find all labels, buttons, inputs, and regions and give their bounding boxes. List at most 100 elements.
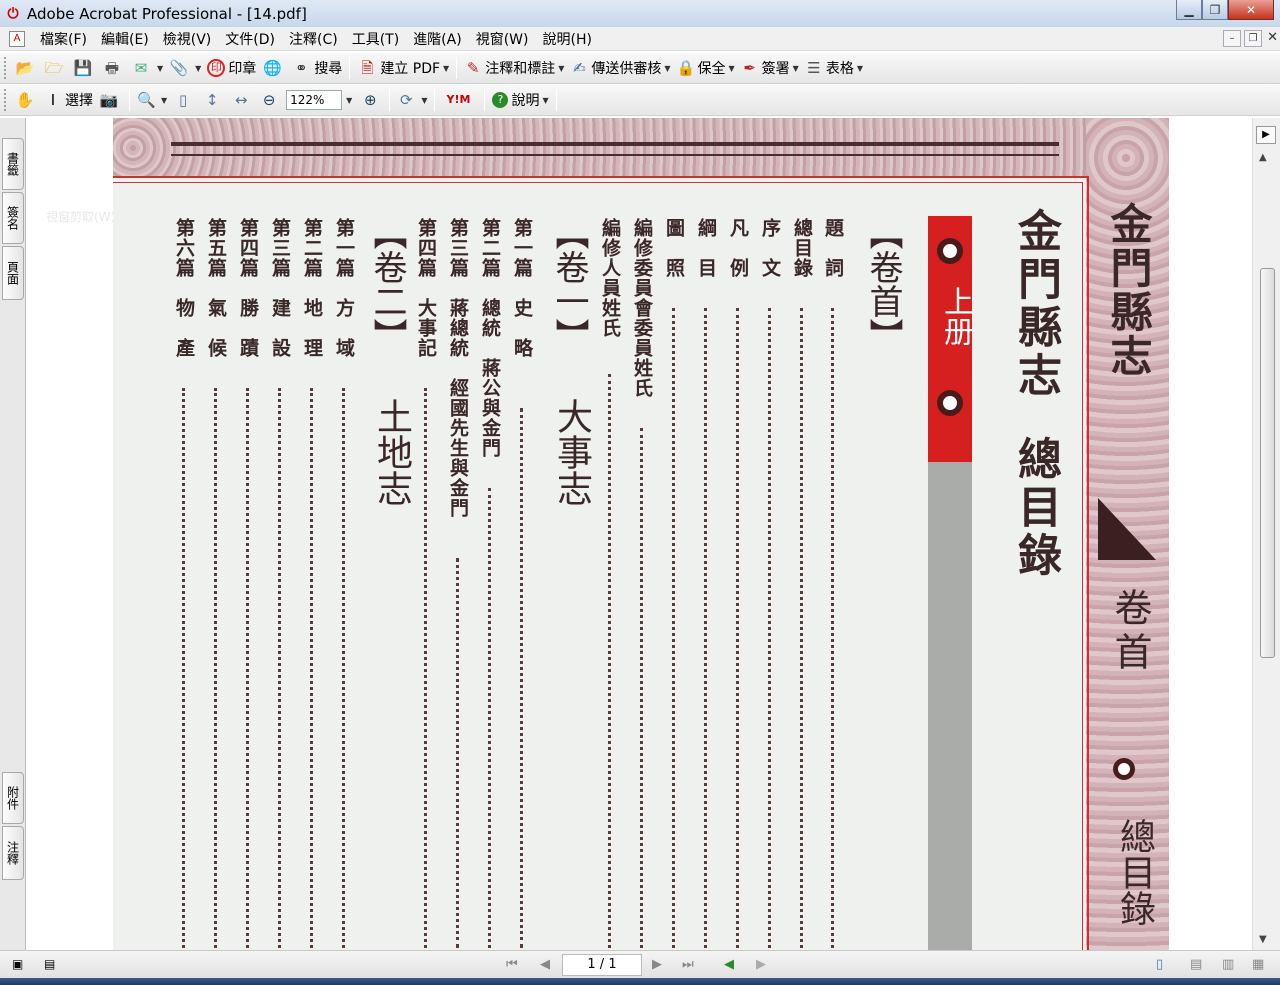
tab-pages[interactable]: 頁面	[2, 246, 24, 300]
previous-page-icon[interactable]: ◀	[540, 957, 550, 972]
close-button[interactable]: ✕	[1228, 0, 1274, 20]
page-size-icon[interactable]: ▤	[44, 957, 55, 971]
zoom-out-button[interactable]: ⊖	[257, 87, 284, 113]
panel-toggle-button[interactable]: ▶	[1256, 126, 1276, 144]
previous-view-icon[interactable]: ◀	[724, 957, 734, 972]
open-button[interactable]: 📂	[12, 55, 41, 81]
menu-document[interactable]: 文件(D)	[218, 29, 282, 49]
tab-comments[interactable]: 注釋	[2, 826, 24, 880]
stamp-button[interactable]: 印印章	[204, 55, 259, 81]
next-page-icon[interactable]: ▶	[652, 957, 662, 972]
folder-open-icon: 📂	[15, 59, 35, 77]
document-icon[interactable]: A	[9, 30, 25, 47]
select-tool-button[interactable]: I 選擇	[41, 87, 96, 113]
chevron-down-icon: ▼	[664, 63, 671, 73]
tab-attachments[interactable]: 附件	[2, 772, 24, 824]
zoom-dropdown-icon[interactable]: ▼	[346, 96, 352, 105]
fit-page-button[interactable]: ↕	[199, 87, 228, 113]
next-view-icon[interactable]: ▶	[756, 957, 766, 972]
doc-minimize-button[interactable]: –	[1223, 30, 1241, 47]
print-button[interactable]: 🖶	[99, 55, 128, 81]
menu-window[interactable]: 視窗(W)	[469, 29, 536, 49]
zoom-level-input[interactable]: 122%	[286, 90, 343, 110]
web-search-button[interactable]: 🌐	[259, 55, 288, 81]
chevron-down-icon: ▼	[161, 95, 168, 105]
toc-entry: 第一篇 史 略	[511, 218, 533, 358]
zoom-tool-button[interactable]: 🔍 ▼	[134, 87, 170, 113]
tab-signatures[interactable]: 簽名	[2, 192, 24, 244]
scroll-thumb[interactable]	[1260, 268, 1275, 658]
toolbar-separator	[129, 89, 130, 111]
globe-icon: 🌐	[262, 59, 282, 77]
continuous-facing-layout-icon[interactable]: ▦	[1252, 957, 1264, 972]
menu-view[interactable]: 檢視(V)	[156, 29, 219, 49]
help-label: 說明	[511, 93, 540, 109]
menu-help[interactable]: 說明(H)	[535, 29, 598, 49]
snapshot-button[interactable]: 📷	[96, 87, 125, 113]
search-label: 搜尋	[314, 61, 343, 77]
yahoo-button[interactable]: Y!M	[439, 87, 480, 113]
scroll-down-icon[interactable]: ▼	[1259, 934, 1267, 945]
email-button[interactable]: ✉ ▼	[128, 55, 166, 81]
toc-entry: 題 詞	[822, 218, 844, 278]
first-page-icon[interactable]: ⏮	[506, 957, 518, 972]
hand-icon: ✋	[15, 91, 35, 109]
secure-button[interactable]: 🔒 保全 ▼	[674, 55, 738, 81]
sign-button[interactable]: ✒ 簽署 ▼	[738, 55, 802, 81]
page-number-field[interactable]: 1 / 1	[562, 954, 642, 976]
toc-entry: 凡 例	[727, 218, 749, 278]
menu-edit[interactable]: 編輯(E)	[94, 29, 156, 49]
hand-tool-button[interactable]: ✋	[12, 87, 41, 113]
search-button[interactable]: ⚭ 搜尋	[288, 55, 345, 81]
pen-icon: ✒	[743, 59, 756, 77]
toolbar-separator	[484, 89, 486, 111]
dot-leader	[608, 374, 611, 948]
single-page-layout-icon[interactable]: ▯	[1156, 957, 1163, 972]
side-section: 卷首	[1108, 588, 1152, 676]
form-icon: ☰	[807, 59, 821, 77]
last-page-icon[interactable]: ⏭	[682, 957, 694, 972]
menu-comments[interactable]: 注釋(C)	[282, 29, 345, 49]
toolbar-separator	[349, 57, 351, 79]
comment-markup-button[interactable]: ✎ 注釋和標註 ▼	[461, 55, 567, 81]
acrobat-app-icon[interactable]: ⏻	[5, 6, 21, 22]
tab-bookmarks[interactable]: 書籤	[2, 138, 24, 190]
rotate-button[interactable]: ⟳ ▼	[394, 87, 430, 113]
forms-button[interactable]: ☰ 表格 ▼	[802, 55, 866, 81]
scroll-up-icon[interactable]: ▲	[1259, 152, 1267, 163]
continuous-layout-icon[interactable]: ▤	[1190, 957, 1202, 972]
forms-label: 表格	[825, 61, 854, 77]
maximize-button[interactable]: ❐	[1202, 0, 1228, 20]
stamp-label: 印章	[228, 61, 257, 77]
menu-file[interactable]: 檔案(F)	[33, 29, 94, 49]
toolbar-grip[interactable]	[4, 57, 8, 79]
window-controls: ▁ ❐ ✕	[1176, 0, 1274, 20]
toolbar-grip[interactable]	[4, 89, 8, 111]
attach-button[interactable]: 📎 ▼	[166, 55, 204, 81]
fit-width-button[interactable]: ↔	[228, 87, 257, 113]
save-button[interactable]: 💾	[70, 55, 99, 81]
doc-restore-button[interactable]: ❐	[1244, 30, 1262, 47]
dot-leader	[768, 308, 771, 948]
help-button[interactable]: ? 說明 ▼	[489, 87, 551, 113]
doc-close-button[interactable]: ✕	[1267, 30, 1278, 45]
actual-size-button[interactable]: ▯	[170, 87, 199, 113]
dot-leader	[488, 488, 491, 948]
dot-leader	[456, 558, 459, 948]
dot-leader	[704, 308, 707, 948]
document-viewport[interactable]: 視窗剪取(W) 金門縣志 總目錄 上册 金門縣志 卷首 總目錄 【卷首】 題 詞…	[26, 118, 1252, 950]
dot-leader	[342, 388, 345, 948]
send-review-button[interactable]: ✍ 傳送供審核 ▼	[567, 55, 673, 81]
menu-advanced[interactable]: 進階(A)	[406, 29, 469, 49]
circle-ornament-icon	[937, 238, 963, 264]
page-panel-icon[interactable]: ▣	[12, 957, 23, 971]
minimize-button[interactable]: ▁	[1176, 0, 1202, 20]
vertical-scrollbar[interactable]: ▲ ▼	[1252, 118, 1280, 950]
organizer-button[interactable]: 🗁	[41, 55, 70, 81]
decorative-border-top	[113, 118, 1169, 178]
zoom-in-icon: 🔍	[137, 91, 156, 109]
zoom-in-button[interactable]: ⊕	[358, 87, 385, 113]
menu-tools[interactable]: 工具(T)	[345, 29, 406, 49]
facing-layout-icon[interactable]: ▥	[1222, 957, 1234, 972]
create-pdf-button[interactable]: 🗎 建立 PDF ▼	[354, 55, 452, 81]
